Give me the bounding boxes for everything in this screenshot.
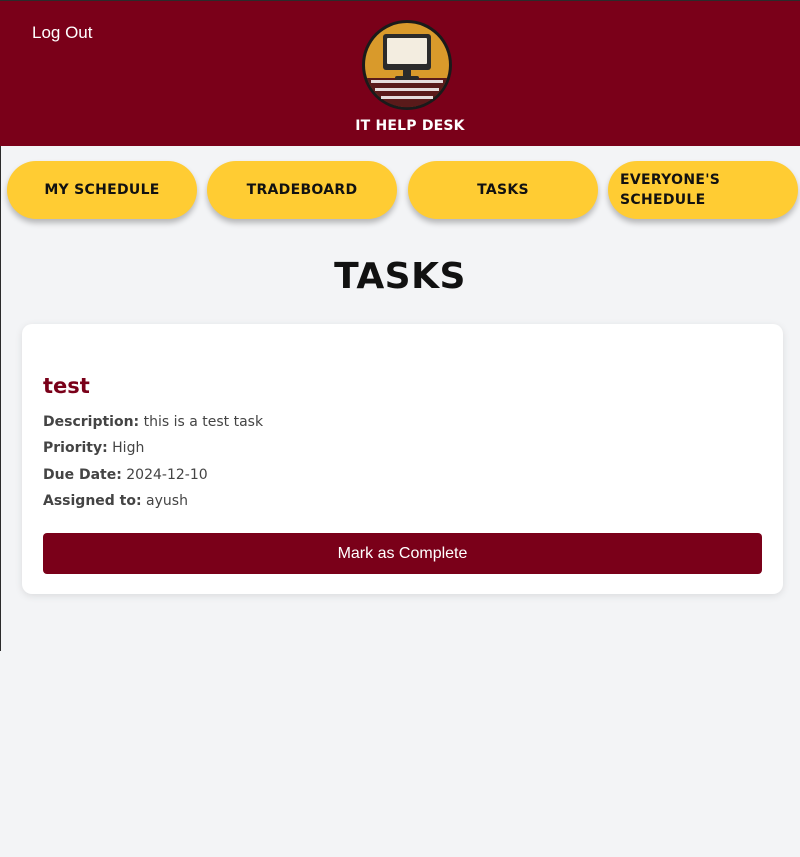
app-header: Log Out IT HELP DESK [0,0,800,146]
task-description: Description: this is a test task [43,414,263,430]
computer-monitor-icon [362,20,452,110]
description-value: this is a test task [143,414,264,430]
nav-tradeboard-label: TRADEBOARD [246,182,358,198]
logout-link[interactable]: Log Out [32,23,93,43]
due-date-value: 2024-12-10 [126,467,208,483]
nav-everyones-schedule-label: EVERYONE'S SCHEDULE [620,170,720,210]
window-edge [0,146,1,651]
task-title: test [43,374,90,398]
priority-label: Priority: [43,440,108,456]
due-date-label: Due Date: [43,467,122,483]
nav-tasks-button[interactable]: TASKS [408,161,598,219]
priority-value: High [112,440,145,456]
mark-complete-button[interactable]: Mark as Complete [43,533,762,574]
nav-my-schedule-button[interactable]: MY SCHEDULE [7,161,197,219]
assigned-to-label: Assigned to: [43,493,142,509]
task-assigned-to: Assigned to: ayush [43,493,188,509]
assigned-to-value: ayush [146,493,188,509]
task-card: test Description: this is a test task Pr… [22,324,783,594]
description-label: Description: [43,414,140,430]
nav-tasks-label: TASKS [477,182,529,198]
task-due-date: Due Date: 2024-12-10 [43,467,208,483]
nav-everyones-schedule-line2: SCHEDULE [620,192,706,208]
page-title: TASKS [334,256,466,297]
nav-tradeboard-button[interactable]: TRADEBOARD [207,161,397,219]
app-logo-text: IT HELP DESK [355,118,465,134]
nav-everyones-schedule-button[interactable]: EVERYONE'S SCHEDULE [608,161,798,219]
nav-my-schedule-label: MY SCHEDULE [44,182,160,198]
nav-everyones-schedule-line1: EVERYONE'S [620,172,721,188]
task-priority: Priority: High [43,440,144,456]
